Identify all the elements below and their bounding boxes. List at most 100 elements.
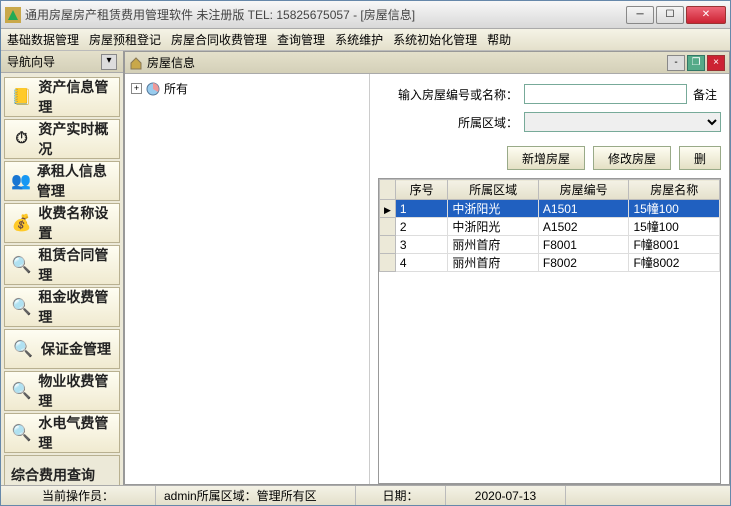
grid-header-row: 序号 所属区域 房屋编号 房屋名称	[380, 180, 720, 200]
search-input[interactable]	[524, 84, 687, 104]
cell: F8002	[538, 254, 629, 272]
sidebar-title: 导航向导	[7, 53, 55, 70]
expand-icon[interactable]: +	[131, 83, 142, 94]
window-buttons: ─ ☐ ✕	[626, 6, 726, 24]
maximize-button[interactable]: ☐	[656, 6, 684, 24]
inner-close-button[interactable]: ×	[707, 55, 725, 71]
nav-label: 收费名称设置	[38, 203, 113, 243]
cell: 丽州首府	[448, 254, 539, 272]
table-row[interactable]: 4 丽州首府 F8002 F幢8002	[380, 254, 720, 272]
edit-house-button[interactable]: 修改房屋	[593, 146, 671, 170]
cell: 15幢100	[629, 200, 720, 218]
title-text: 通用房屋房产租赁费用管理软件 未注册版 TEL: 15825675057 - […	[25, 6, 626, 23]
cell: 1	[395, 200, 447, 218]
remark-label: 备注	[693, 86, 721, 103]
inner-minimize-button[interactable]: -	[667, 55, 685, 71]
area-row: 所属区域：	[378, 112, 721, 132]
sidebar-toggle-button[interactable]: ▾	[101, 54, 117, 70]
col-code[interactable]: 房屋编号	[538, 180, 629, 200]
inner-window-buttons: - ❐ ×	[667, 55, 725, 71]
nav-label: 租赁合同管理	[38, 245, 113, 285]
cell: A1501	[538, 200, 629, 218]
status-operator-value: admin所属区域：管理所有区	[156, 486, 356, 505]
minimize-button[interactable]: ─	[626, 6, 654, 24]
nav-combined-query[interactable]: 综合费用查询	[4, 455, 120, 485]
cell: 中浙阳光	[448, 218, 539, 236]
inner-window: 房屋信息 - ❐ × + 所有 输入	[124, 51, 730, 485]
form-pane: 输入房屋编号或名称： 备注 所属区域： 新增房屋 修改房屋 删	[370, 74, 729, 484]
menu-system-maint[interactable]: 系统维护	[335, 31, 383, 48]
cell: F幢8002	[629, 254, 720, 272]
nav-tenant-info[interactable]: 👥承租人信息管理	[4, 161, 120, 201]
content-area: 导航向导 ▾ 📒资产信息管理 ⏱资产实时概况 👥承租人信息管理 💰收费名称设置 …	[1, 51, 730, 485]
area-label: 所属区域：	[378, 114, 518, 131]
close-button[interactable]: ✕	[686, 6, 726, 24]
add-house-button[interactable]: 新增房屋	[507, 146, 585, 170]
titlebar: 通用房屋房产租赁费用管理软件 未注册版 TEL: 15825675057 - […	[1, 1, 730, 29]
table-row[interactable]: ▶ 1 中浙阳光 A1501 15幢100	[380, 200, 720, 218]
nav-deposit[interactable]: 🔍 保证金管理	[4, 329, 120, 369]
cell: 丽州首府	[448, 236, 539, 254]
cell: 2	[395, 218, 447, 236]
current-row-icon: ▶	[384, 205, 391, 215]
sidebar-header: 导航向导 ▾	[1, 51, 123, 73]
area-select[interactable]	[524, 112, 721, 132]
clock-icon: ⏱	[11, 127, 32, 151]
search-icon: 🔍	[11, 295, 32, 319]
pie-icon	[146, 82, 160, 96]
search-row: 输入房屋编号或名称： 备注	[378, 84, 721, 104]
menu-contract-fee[interactable]: 房屋合同收费管理	[171, 31, 267, 48]
button-row: 新增房屋 修改房屋 删	[378, 146, 721, 170]
col-seq[interactable]: 序号	[395, 180, 447, 200]
nav-label: 物业收费管理	[38, 371, 113, 411]
menu-system-init[interactable]: 系统初始化管理	[393, 31, 477, 48]
nav-asset-info[interactable]: 📒资产信息管理	[4, 77, 120, 117]
menu-help[interactable]: 帮助	[487, 31, 511, 48]
search-icon: 🔍	[11, 253, 32, 277]
menu-query[interactable]: 查询管理	[277, 31, 325, 48]
menu-prerent[interactable]: 房屋预租登记	[89, 31, 161, 48]
nav-label: 资产信息管理	[38, 77, 113, 117]
money-icon: 💰	[11, 211, 32, 235]
table-row[interactable]: 2 中浙阳光 A1502 15幢100	[380, 218, 720, 236]
nav-label: 保证金管理	[41, 339, 111, 359]
inner-body: + 所有 输入房屋编号或名称： 备注 所属区域：	[125, 74, 729, 484]
nav-property-fee[interactable]: 🔍物业收费管理	[4, 371, 120, 411]
nav-label: 租金收费管理	[38, 287, 113, 327]
nav-lease-contract[interactable]: 🔍租赁合同管理	[4, 245, 120, 285]
app-window: 通用房屋房产租赁费用管理软件 未注册版 TEL: 15825675057 - […	[0, 0, 731, 506]
col-area[interactable]: 所属区域	[448, 180, 539, 200]
nav-label: 承租人信息管理	[37, 161, 113, 201]
tree-pane: + 所有	[125, 74, 370, 484]
nav-asset-realtime[interactable]: ⏱资产实时概况	[4, 119, 120, 159]
book-icon: 📒	[11, 85, 32, 109]
cell: 4	[395, 254, 447, 272]
inner-titlebar: 房屋信息 - ❐ ×	[125, 52, 729, 74]
cell: 中浙阳光	[448, 200, 539, 218]
nav-label: 资产实时概况	[38, 119, 113, 159]
delete-house-button[interactable]: 删	[679, 146, 721, 170]
nav-label: 水电气费管理	[38, 413, 113, 453]
tree-root-label: 所有	[164, 80, 188, 97]
people-icon: 👥	[11, 169, 31, 193]
nav-utility-fee[interactable]: 🔍水电气费管理	[4, 413, 120, 453]
search-icon: 🔍	[11, 379, 32, 403]
nav-fee-names[interactable]: 💰收费名称设置	[4, 203, 120, 243]
inner-title: 房屋信息	[147, 54, 195, 71]
col-name[interactable]: 房屋名称	[629, 180, 720, 200]
status-operator-label: 当前操作员：	[1, 486, 156, 505]
table-row[interactable]: 3 丽州首府 F8001 F幢8001	[380, 236, 720, 254]
cell: 3	[395, 236, 447, 254]
search-icon: 🔍	[11, 421, 32, 445]
nav-rent-fee[interactable]: 🔍租金收费管理	[4, 287, 120, 327]
search-icon: 🔍	[11, 337, 35, 361]
cell: A1502	[538, 218, 629, 236]
menu-basic-data[interactable]: 基础数据管理	[7, 31, 79, 48]
inner-restore-button[interactable]: ❐	[687, 55, 705, 71]
status-date-label: 日期：	[356, 486, 446, 505]
cell: 15幢100	[629, 218, 720, 236]
cell: F幢8001	[629, 236, 720, 254]
tree-root[interactable]: + 所有	[131, 80, 363, 97]
data-grid[interactable]: 序号 所属区域 房屋编号 房屋名称 ▶ 1 中浙阳光	[378, 178, 721, 484]
row-indicator-header	[380, 180, 396, 200]
